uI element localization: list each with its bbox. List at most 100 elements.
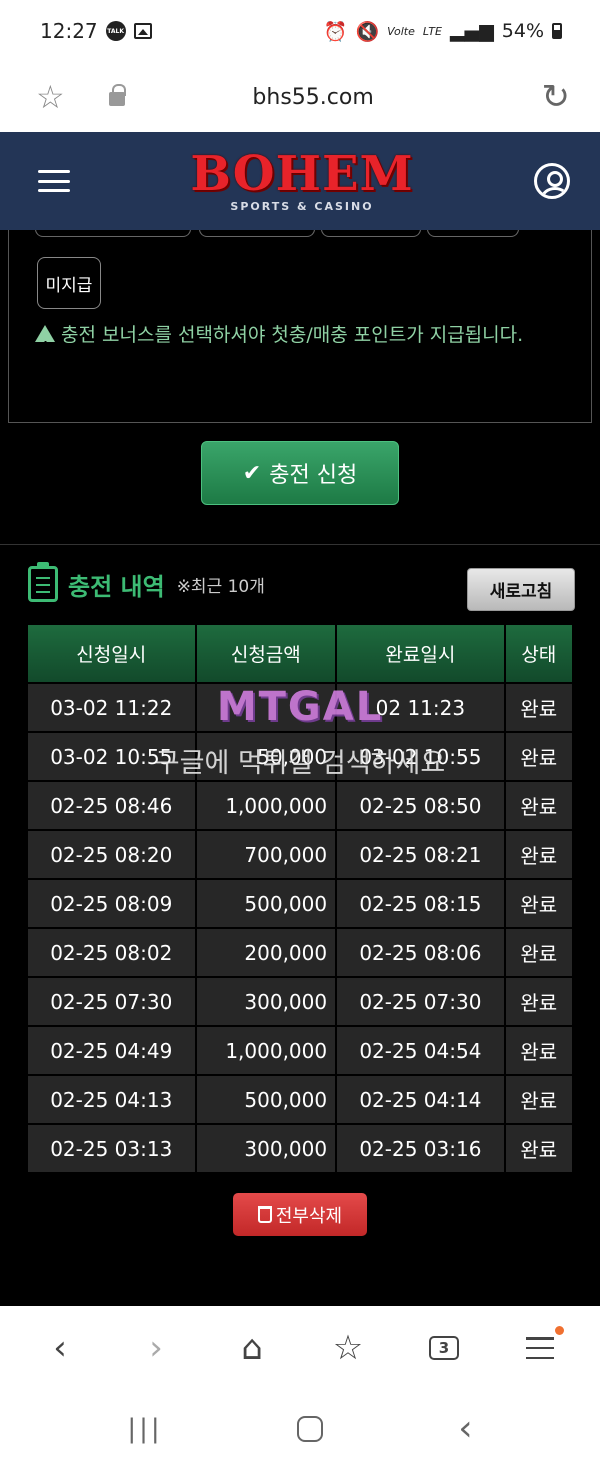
system-nav-bar: ||| ‹ [0, 1390, 600, 1467]
site-logo[interactable]: BOHEM SPORTS & CASINO [190, 150, 413, 213]
tabs-count: 3 [429, 1336, 459, 1360]
column-header: 신청일시 [28, 625, 195, 682]
table-row: 02-25 08:20 700,000 02-25 08:21 완료 [28, 831, 572, 878]
delete-all-button[interactable]: 전부삭제 [233, 1193, 367, 1236]
table-row: 03-02 11:22 02 11:23 완료 [28, 684, 572, 731]
battery-icon [552, 23, 562, 39]
menu-icon [526, 1337, 554, 1359]
forward-arrow-icon[interactable]: › [126, 1318, 186, 1378]
amount-cell: 700,000 [196, 831, 336, 878]
gallery-icon [133, 23, 152, 39]
home-button-icon[interactable] [297, 1415, 324, 1442]
table-row: 02-25 04:13 500,000 02-25 04:14 완료 [28, 1076, 572, 1123]
complete-time-cell: 02-25 04:14 [337, 1076, 504, 1123]
bonus-option-partial[interactable] [35, 230, 191, 237]
amount-cell: 500,000 [196, 880, 336, 927]
table-row: 02-25 07:30 300,000 02-25 07:30 완료 [28, 978, 572, 1025]
bonus-warning-text: 충전 보너스를 선택하셔야 첫충/매충 포인트가 지급됩니다. [61, 324, 524, 346]
refresh-button[interactable]: 새로고침 [467, 568, 575, 611]
amount-cell: 50,000 [196, 733, 336, 780]
main-content: 미지급 충전 보너스를 선택하셔야 첫충/매충 포인트가 지급됩니다. ✔ 충전… [0, 230, 600, 1306]
request-time-cell: 03-02 10:55 [28, 733, 195, 780]
status-cell: 완료 [505, 1076, 572, 1123]
warning-icon [35, 325, 55, 364]
system-back-icon[interactable]: ‹ [458, 1408, 472, 1449]
status-cell: 완료 [505, 1125, 572, 1172]
column-header: 상태 [505, 625, 572, 682]
amount-cell [196, 684, 336, 731]
status-cell: 완료 [505, 782, 572, 829]
volte-label: Volte [387, 24, 415, 38]
lock-icon[interactable] [108, 84, 126, 106]
clock: 12:27 [40, 19, 98, 43]
history-title: 충전 내역 [68, 572, 165, 601]
alarm-icon: ⏰ [323, 20, 348, 43]
site-header: BOHEM SPORTS & CASINO [0, 132, 600, 230]
request-time-cell: 02-25 08:46 [28, 782, 195, 829]
logo-main-text: BOHEM [190, 145, 414, 202]
complete-time-cell: 02-25 08:15 [337, 880, 504, 927]
request-time-cell: 02-25 04:49 [28, 1027, 195, 1074]
browser-url-bar: ☆ bhs55.com ↻ [0, 62, 600, 132]
bonus-option-partial[interactable] [321, 230, 421, 237]
amount-cell: 500,000 [196, 1076, 336, 1123]
battery-percent: 54% [501, 20, 544, 42]
user-account-icon[interactable] [534, 163, 570, 199]
status-cell: 완료 [505, 684, 572, 731]
deposit-apply-button[interactable]: ✔ 충전 신청 [201, 441, 399, 505]
trash-icon [257, 1206, 272, 1223]
browser-toolbar: ‹ › ⌂ ☆ 3 [0, 1306, 600, 1390]
table-row: 02-25 04:49 1,000,000 02-25 04:54 완료 [28, 1027, 572, 1074]
home-icon[interactable]: ⌂ [222, 1318, 282, 1378]
amount-cell: 300,000 [196, 1125, 336, 1172]
request-time-cell: 02-25 08:20 [28, 831, 195, 878]
complete-time-cell: 03-02 10:55 [337, 733, 504, 780]
notification-dot [555, 1326, 564, 1335]
status-cell: 완료 [505, 978, 572, 1025]
complete-time-cell: 02-25 03:16 [337, 1125, 504, 1172]
complete-time-cell: 02-25 07:30 [337, 978, 504, 1025]
recent-apps-icon[interactable]: ||| [127, 1414, 162, 1444]
delete-all-label: 전부삭제 [275, 1205, 343, 1227]
url-text[interactable]: bhs55.com [85, 85, 542, 110]
status-left: 12:27 TALK [40, 19, 152, 43]
amount-cell: 200,000 [196, 929, 336, 976]
status-right: ⏰ 🔇 Volte LTE ▂▄▆ 54% [324, 20, 562, 43]
deposit-apply-label: 충전 신청 [269, 463, 358, 488]
history-note: ※최근 10개 [176, 576, 265, 597]
history-header: 충전 내역 ※최근 10개 [28, 562, 265, 602]
table-header-row: 신청일시 신청금액 완료일시 상태 [28, 625, 572, 682]
mute-icon: 🔇 [355, 20, 380, 43]
tabs-button[interactable]: 3 [414, 1318, 474, 1378]
amount-cell: 1,000,000 [196, 1027, 336, 1074]
complete-time-cell: 02-25 08:06 [337, 929, 504, 976]
request-time-cell: 02-25 03:13 [28, 1125, 195, 1172]
back-arrow-icon[interactable]: ‹ [30, 1318, 90, 1378]
table-row: 03-02 10:55 50,000 03-02 10:55 완료 [28, 733, 572, 780]
complete-time-cell: 02-25 04:54 [337, 1027, 504, 1074]
bookmark-star-icon[interactable]: ☆ [36, 81, 65, 113]
status-cell: 완료 [505, 831, 572, 878]
complete-time-cell: 02-25 08:21 [337, 831, 504, 878]
browser-menu-button[interactable] [510, 1318, 570, 1378]
request-time-cell: 03-02 11:22 [28, 684, 195, 731]
signal-icon: ▂▄▆ [449, 20, 494, 42]
bonus-option-none[interactable]: 미지급 [37, 257, 101, 309]
bookmarks-star-icon[interactable]: ☆ [318, 1318, 378, 1378]
status-cell: 완료 [505, 733, 572, 780]
request-time-cell: 02-25 04:13 [28, 1076, 195, 1123]
reload-icon[interactable]: ↻ [542, 80, 571, 114]
status-bar: 12:27 TALK ⏰ 🔇 Volte LTE ▂▄▆ 54% [0, 0, 600, 62]
amount-cell: 300,000 [196, 978, 336, 1025]
bonus-warning: 충전 보너스를 선택하셔야 첫충/매충 포인트가 지급됩니다. [35, 317, 565, 364]
table-row: 02-25 08:02 200,000 02-25 08:06 완료 [28, 929, 572, 976]
hamburger-menu-icon[interactable] [38, 170, 70, 192]
status-cell: 완료 [505, 880, 572, 927]
deposit-history-table: 신청일시 신청금액 완료일시 상태 03-02 11:22 02 11:23 완료 0… [26, 623, 574, 1174]
clipboard-icon [28, 562, 58, 602]
bonus-option-partial[interactable] [199, 230, 315, 237]
table-row: 02-25 08:46 1,000,000 02-25 08:50 완료 [28, 782, 572, 829]
bonus-option-partial[interactable] [427, 230, 519, 237]
divider [0, 544, 600, 545]
complete-time-cell: 02-25 08:50 [337, 782, 504, 829]
